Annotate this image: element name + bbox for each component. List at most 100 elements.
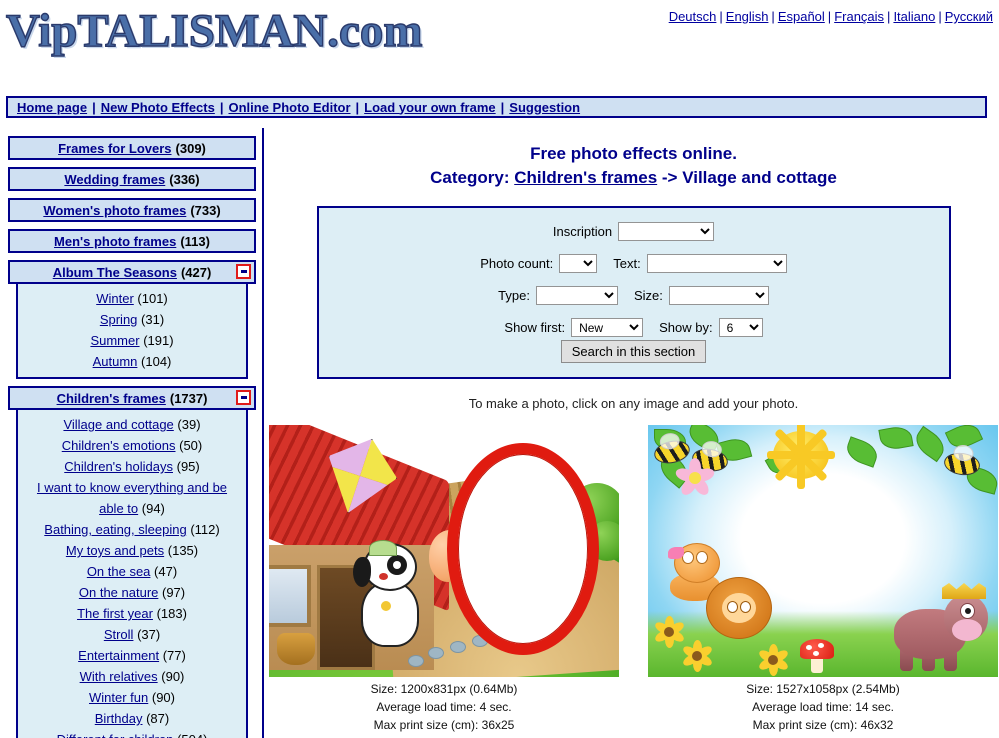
list-item[interactable]: Children's emotions (50) xyxy=(24,435,240,456)
lang-link-espanol[interactable]: Español xyxy=(778,9,825,24)
nav-suggestion[interactable]: Suggestion xyxy=(509,100,580,115)
lang-sep: | xyxy=(771,9,775,24)
size-select[interactable] xyxy=(668,286,769,305)
subcat-count-on-the-nature: (97) xyxy=(162,585,186,600)
text-select[interactable] xyxy=(646,254,787,273)
frame-thumbnail-village-cottage[interactable] xyxy=(269,425,619,677)
sidebar-count-womens-photo-frames: (733) xyxy=(190,202,221,218)
sidebar-count-childrens-frames: (1737) xyxy=(169,390,208,406)
subcat-link-summer[interactable]: Summer xyxy=(90,333,139,348)
list-item[interactable]: Stroll (37) xyxy=(24,624,240,645)
thumbnail-caption-1: Size: 1200x831px (0.64Mb) Average load t… xyxy=(269,680,619,734)
site-logo[interactable]: VipTALISMAN.com xyxy=(5,4,423,58)
list-item[interactable]: Bathing, eating, sleeping (112) xyxy=(24,519,240,540)
subcat-link-stroll[interactable]: Stroll xyxy=(104,627,134,642)
nav-sep: | xyxy=(500,99,505,115)
search-button[interactable]: Search in this section xyxy=(560,340,707,363)
nav-online-photo-editor[interactable]: Online Photo Editor xyxy=(228,100,350,115)
subcat-link-the-first-year[interactable]: The first year xyxy=(77,606,153,621)
lang-link-deutsch[interactable]: Deutsch xyxy=(669,9,717,24)
list-item[interactable]: On the nature (97) xyxy=(24,582,240,603)
frame1-dog-eye xyxy=(393,561,401,569)
type-select[interactable] xyxy=(535,286,618,305)
collapse-button-album-the-seasons[interactable] xyxy=(236,264,251,279)
list-item[interactable]: Village and cottage (39) xyxy=(24,414,240,435)
form-row-show-first-show-by: Show first: New Show by: 6 xyxy=(319,318,949,337)
subcat-link-spring[interactable]: Spring xyxy=(100,312,138,327)
subcat-count-bathing-eating-sleeping: (112) xyxy=(190,522,220,537)
main-navigation: Home page | New Photo Effects | Online Photo… xyxy=(6,96,987,118)
breadcrumb-link-childrens-frames[interactable]: Children's frames xyxy=(514,168,657,187)
frame2-mushroom-cap xyxy=(800,639,834,659)
nav-new-photo-effects[interactable]: New Photo Effects xyxy=(101,100,215,115)
sidebar-item-wedding-frames[interactable]: Wedding frames (336) xyxy=(8,167,256,191)
subcat-link-entertainment[interactable]: Entertainment xyxy=(78,648,159,663)
sidebar-link-womens-photo-frames[interactable]: Women's photo frames xyxy=(43,203,186,218)
inscription-select[interactable] xyxy=(618,222,715,241)
collapse-button-childrens-frames[interactable] xyxy=(236,390,251,405)
list-item[interactable]: On the sea (47) xyxy=(24,561,240,582)
breadcrumb-prefix: Category: xyxy=(430,168,515,187)
list-item[interactable]: My toys and pets (135) xyxy=(24,540,240,561)
subcat-link-with-relatives[interactable]: With relatives xyxy=(80,669,158,684)
list-item[interactable]: The first year (183) xyxy=(24,603,240,624)
sidebar-item-womens-photo-frames[interactable]: Women's photo frames (733) xyxy=(8,198,256,222)
sidebar-link-frames-for-lovers[interactable]: Frames for Lovers xyxy=(58,141,171,156)
lang-link-english[interactable]: English xyxy=(726,9,769,24)
lang-sep: | xyxy=(719,9,723,24)
subcat-link-my-toys-and-pets[interactable]: My toys and pets xyxy=(66,543,164,558)
type-label: Type: xyxy=(498,288,530,303)
subcat-link-i-want-to-know-everything[interactable]: I want to know everything and be able to xyxy=(37,480,227,516)
crown-icon xyxy=(942,583,986,599)
list-item[interactable]: Winter fun (90) xyxy=(24,687,240,708)
frame1-stone xyxy=(450,641,466,653)
sidebar-link-childrens-frames[interactable]: Children's frames xyxy=(57,391,166,406)
subcat-link-on-the-nature[interactable]: On the nature xyxy=(79,585,159,600)
lang-link-francais[interactable]: Français xyxy=(834,9,884,24)
sidebar-link-mens-photo-frames[interactable]: Men's photo frames xyxy=(54,234,176,249)
subcat-link-on-the-sea[interactable]: On the sea xyxy=(87,564,151,579)
nav-load-your-own-frame[interactable]: Load your own frame xyxy=(364,100,495,115)
list-item[interactable]: I want to know everything and be able to… xyxy=(24,477,240,519)
sidebar-item-mens-photo-frames[interactable]: Men's photo frames (113) xyxy=(8,229,256,253)
list-item[interactable]: Different for children (504) xyxy=(24,729,240,738)
subcat-link-winter-fun[interactable]: Winter fun xyxy=(89,690,148,705)
subcat-link-birthday[interactable]: Birthday xyxy=(95,711,143,726)
subcat-link-different-for-children[interactable]: Different for children xyxy=(57,732,174,738)
subcat-link-childrens-emotions[interactable]: Children's emotions xyxy=(62,438,176,453)
subcat-link-childrens-holidays[interactable]: Children's holidays xyxy=(64,459,173,474)
sidebar-item-frames-for-lovers[interactable]: Frames for Lovers (309) xyxy=(8,136,256,160)
photo-placeholder-oval[interactable] xyxy=(447,443,599,655)
frame-thumbnail-meadow-animals[interactable] xyxy=(648,425,998,677)
lang-link-italiano[interactable]: Italiano xyxy=(893,9,935,24)
show-by-select[interactable]: 6 xyxy=(718,318,763,337)
list-item[interactable]: Autumn (104) xyxy=(24,351,240,372)
subcat-link-village-and-cottage[interactable]: Village and cottage xyxy=(63,417,173,432)
subcat-count-winter: (101) xyxy=(137,291,168,306)
sidebar-link-wedding-frames[interactable]: Wedding frames xyxy=(64,172,165,187)
list-item[interactable]: Winter (101) xyxy=(24,288,240,309)
list-item[interactable]: With relatives (90) xyxy=(24,666,240,687)
subcat-link-winter[interactable]: Winter xyxy=(96,291,134,306)
frame2-cow-eye xyxy=(960,603,975,619)
show-first-select[interactable]: New xyxy=(571,318,644,337)
list-item[interactable]: Children's holidays (95) xyxy=(24,456,240,477)
lang-link-russian[interactable]: Русский xyxy=(945,9,993,24)
subcat-link-bathing-eating-sleeping[interactable]: Bathing, eating, sleeping xyxy=(44,522,186,537)
sidebar-link-album-the-seasons[interactable]: Album The Seasons xyxy=(53,265,177,280)
frame2-mushroom-dot xyxy=(813,651,819,656)
subcat-link-autumn[interactable]: Autumn xyxy=(93,354,138,369)
nav-home-page[interactable]: Home page xyxy=(17,100,87,115)
sidebar-item-album-the-seasons[interactable]: Album The Seasons (427) xyxy=(8,260,256,284)
list-item[interactable]: Spring (31) xyxy=(24,309,240,330)
mushroom-icon xyxy=(800,639,834,673)
list-item[interactable]: Entertainment (77) xyxy=(24,645,240,666)
sidebar-item-childrens-frames[interactable]: Children's frames (1737) xyxy=(8,386,256,410)
frame1-stone xyxy=(408,655,424,667)
minus-icon xyxy=(240,270,247,273)
list-item[interactable]: Birthday (87) xyxy=(24,708,240,729)
photo-count-select[interactable] xyxy=(559,254,598,273)
leaf-icon xyxy=(843,436,881,468)
list-item[interactable]: Summer (191) xyxy=(24,330,240,351)
frame2-cat-eye xyxy=(696,551,708,564)
